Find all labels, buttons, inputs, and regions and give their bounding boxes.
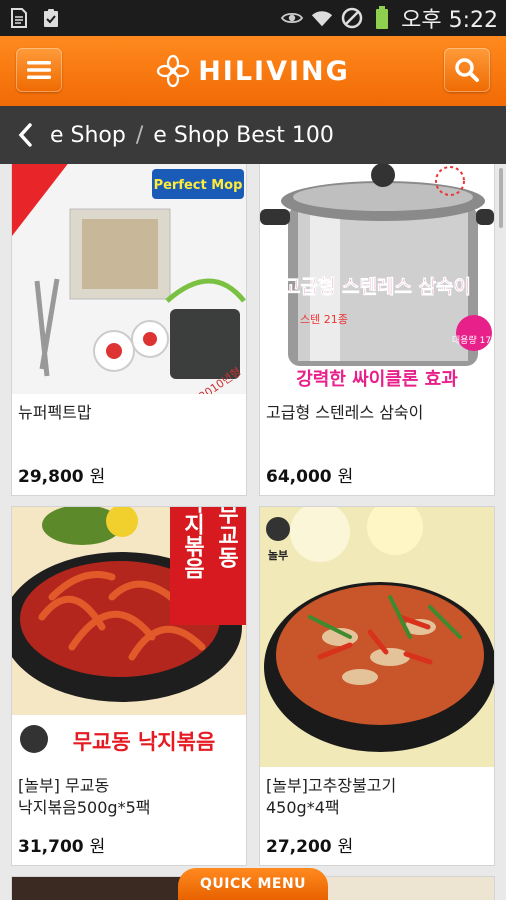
product-price: 64,000 원: [266, 467, 354, 487]
product-image-text: 놀부: [268, 549, 288, 562]
product-card[interactable]: 고급형 스텐레스 삼숙이 스텐 21종 대용량 17L 강력한 싸이클론 효과 …: [259, 164, 495, 496]
brand-name: HILIVING: [198, 55, 350, 87]
chevron-left-icon: [18, 123, 32, 147]
product-image-text: Perfect Mop: [154, 178, 243, 193]
product-price: 31,700 원: [18, 837, 106, 857]
no-sim-icon: [341, 7, 363, 29]
product-image-text: 무교동: [214, 507, 239, 568]
app-header: HILIVING: [0, 36, 506, 106]
product-name: [놀부] 무교동 낙지볶음500g*5팩: [18, 776, 151, 817]
product-image-text: 고급형 스텐레스 삼숙이: [283, 276, 471, 298]
eye-icon: [281, 7, 304, 29]
product-image-text: 강력한 싸이클론 효과: [296, 369, 458, 390]
status-time: 오후 5:22: [401, 8, 498, 33]
clipboard-check-icon: [40, 7, 62, 29]
search-button[interactable]: [444, 48, 490, 92]
product-card[interactable]: Perfect Mop 2010년형 뉴퍼펙트맙 29,800 원: [11, 164, 247, 496]
product-image: 고급형 스텐레스 삼숙이 스텐 21종 대용량 17L 강력한 싸이클론 효과: [260, 164, 494, 394]
breadcrumb-parent[interactable]: e Shop: [50, 123, 126, 148]
battery-icon: [371, 6, 393, 29]
document-icon: [8, 7, 30, 29]
product-image: Perfect Mop 2010년형: [12, 164, 246, 394]
status-bar: 오후 5:22: [0, 0, 506, 36]
search-icon: [455, 58, 479, 82]
flower-logo-icon: [157, 54, 190, 88]
breadcrumb-current: e Shop Best 100: [153, 122, 334, 148]
product-price: 27,200 원: [266, 837, 354, 857]
product-card[interactable]: 놀부 [놀부]고추장불고기 450g*4팩 27,200 원: [259, 506, 495, 866]
breadcrumb: e Shop / e Shop Best 100: [0, 106, 506, 164]
breadcrumb-separator: /: [135, 122, 144, 148]
quick-menu-button[interactable]: QUICK MENU: [178, 868, 328, 900]
product-card[interactable]: 무교동 낙지볶음 무교동 낙지볶음 [놀부] 무교동 낙지볶음500g*5팩 3…: [11, 506, 247, 866]
scrollbar[interactable]: [499, 168, 503, 228]
product-image-text: 무교동 낙지볶음: [73, 730, 216, 754]
brand-logo[interactable]: HILIVING: [0, 36, 506, 106]
product-name: 뉴퍼펙트맙: [18, 403, 92, 422]
product-grid: Perfect Mop 2010년형 뉴퍼펙트맙 29,800 원 고급형 스텐…: [0, 164, 506, 900]
product-image: 무교동 낙지볶음 무교동 낙지볶음: [12, 507, 246, 767]
product-image-text: 낙지볶음: [180, 507, 205, 579]
product-image-text: 스텐 21종: [300, 313, 348, 326]
product-price: 29,800 원: [18, 467, 106, 487]
product-image-text: 대용량 17L: [452, 334, 494, 346]
wifi-icon: [311, 7, 333, 29]
product-name: 고급형 스텐레스 삼숙이: [266, 403, 424, 422]
back-button[interactable]: [18, 123, 40, 147]
product-name: [놀부]고추장불고기 450g*4팩: [266, 776, 397, 817]
product-image: 놀부: [260, 507, 494, 767]
